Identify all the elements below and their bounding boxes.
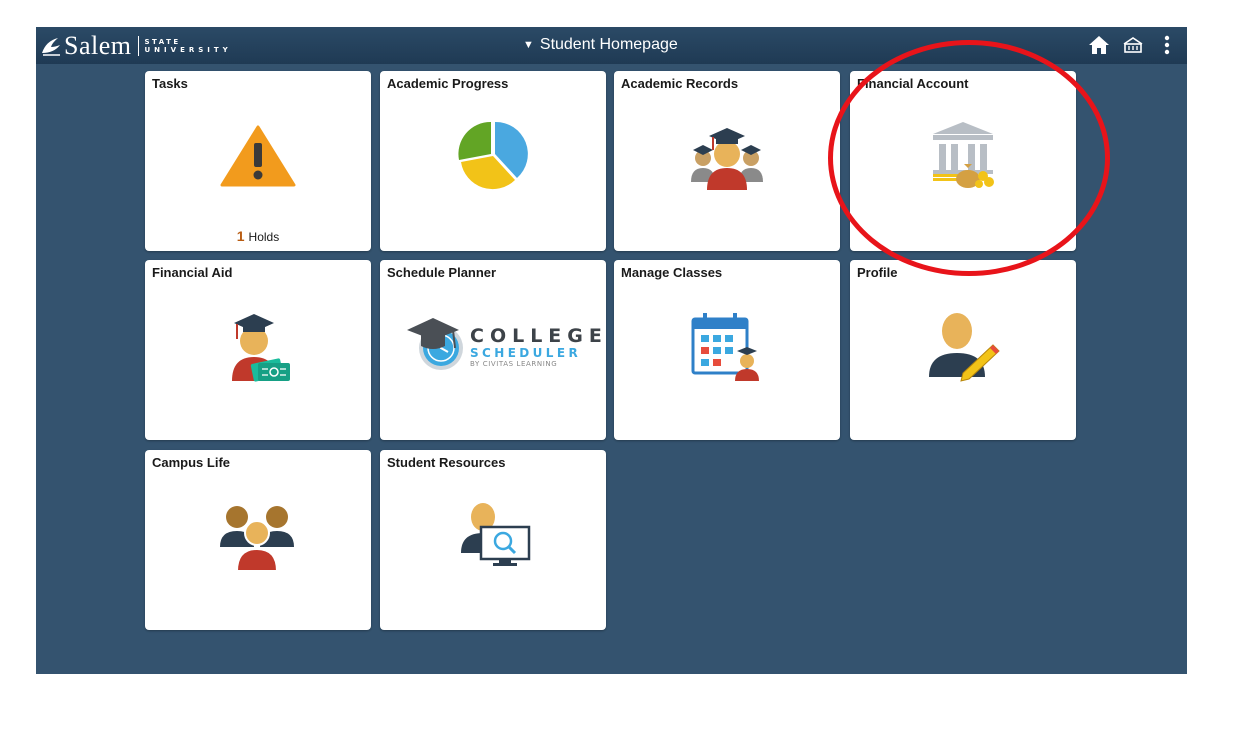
scheduler-line1: COLLEGE	[470, 325, 608, 347]
tile-title: Student Resources	[387, 455, 506, 470]
tile-icon-area	[614, 101, 840, 211]
university-logo: Salem STATE UNIVERSITY	[40, 32, 232, 60]
tile-title: Tasks	[152, 76, 188, 91]
tile-icon-area	[145, 101, 371, 211]
tile-icon-area	[145, 480, 371, 590]
tile-financial-account[interactable]: Financial Account	[850, 71, 1076, 251]
logo-subtitle: STATE UNIVERSITY	[145, 38, 232, 54]
holds-count: 1 Holds	[145, 228, 371, 244]
home-button[interactable]	[1087, 33, 1111, 57]
tile-financial-aid[interactable]: Financial Aid	[145, 260, 371, 440]
tile-title: Campus Life	[152, 455, 231, 470]
tile-manage-classes[interactable]: Manage Classes	[614, 260, 840, 440]
compass-navbar-icon	[1123, 37, 1143, 53]
home-icon	[1089, 36, 1109, 54]
header-banner: Salem STATE UNIVERSITY ▼ Student Homepag…	[36, 27, 1187, 64]
holds-number: 1	[236, 228, 245, 244]
pie-chart-icon	[458, 121, 528, 190]
logo-sub-bottom: UNIVERSITY	[144, 46, 232, 54]
tile-icon-area	[850, 101, 1076, 211]
actions-menu-button[interactable]	[1155, 33, 1179, 57]
warning-icon	[220, 125, 296, 187]
tile-icon-area	[850, 290, 1076, 400]
tile-schedule-planner[interactable]: Schedule Planner COLLEGE SCHEDULER BY CI…	[380, 260, 606, 440]
tile-icon-area	[145, 290, 371, 400]
sail-logo-icon	[42, 38, 60, 56]
tile-title: Academic Records	[621, 76, 739, 91]
holds-label: Holds	[248, 230, 280, 244]
navbar-button[interactable]	[1121, 33, 1145, 57]
scheduler-line3: BY CIVITAS LEARNING	[470, 360, 558, 368]
scheduler-line2: SCHEDULER	[470, 346, 582, 360]
bank-money-icon	[933, 122, 994, 188]
logo-sub-top: STATE	[144, 38, 181, 46]
tile-academic-progress[interactable]: Academic Progress	[380, 71, 606, 251]
caret-down-icon: ▼	[523, 39, 534, 51]
page-title: Student Homepage	[539, 36, 678, 53]
person-monitor-search-icon	[461, 503, 531, 566]
tile-campus-life[interactable]: Campus Life	[145, 450, 371, 630]
graduate-cash-icon	[232, 314, 290, 382]
tile-icon-area	[614, 290, 840, 400]
app-window: Salem STATE UNIVERSITY ▼ Student Homepag…	[36, 27, 1187, 674]
tile-profile[interactable]: Profile	[850, 260, 1076, 440]
homepage-selector[interactable]: ▼ Student Homepage	[523, 35, 678, 55]
tile-title: Manage Classes	[621, 265, 723, 280]
tile-icon-area	[380, 101, 606, 211]
tile-title: Financial Account	[857, 76, 969, 91]
graduates-icon	[691, 128, 763, 190]
person-pencil-icon	[929, 313, 1000, 382]
logo-divider	[137, 36, 139, 56]
tile-tasks[interactable]: Tasks 1 Holds	[145, 71, 371, 251]
tile-title: Financial Aid	[152, 265, 233, 280]
tile-icon-area: COLLEGE SCHEDULER BY CIVITAS LEARNING	[380, 290, 606, 400]
tile-student-resources[interactable]: Student Resources	[380, 450, 606, 630]
kebab-menu-icon	[1164, 35, 1170, 55]
banner-actions	[1077, 33, 1179, 57]
tile-title: Academic Progress	[387, 76, 509, 91]
tile-icon-area	[380, 480, 606, 590]
calendar-student-icon	[691, 313, 759, 381]
people-group-icon	[220, 506, 294, 571]
tile-title: Profile	[857, 265, 898, 280]
logo-name: Salem	[64, 31, 132, 60]
tile-academic-records[interactable]: Academic Records	[614, 71, 840, 251]
scheduler-wordmark: COLLEGE SCHEDULER BY CIVITAS LEARNING	[470, 325, 608, 369]
tile-title: Schedule Planner	[387, 265, 497, 280]
